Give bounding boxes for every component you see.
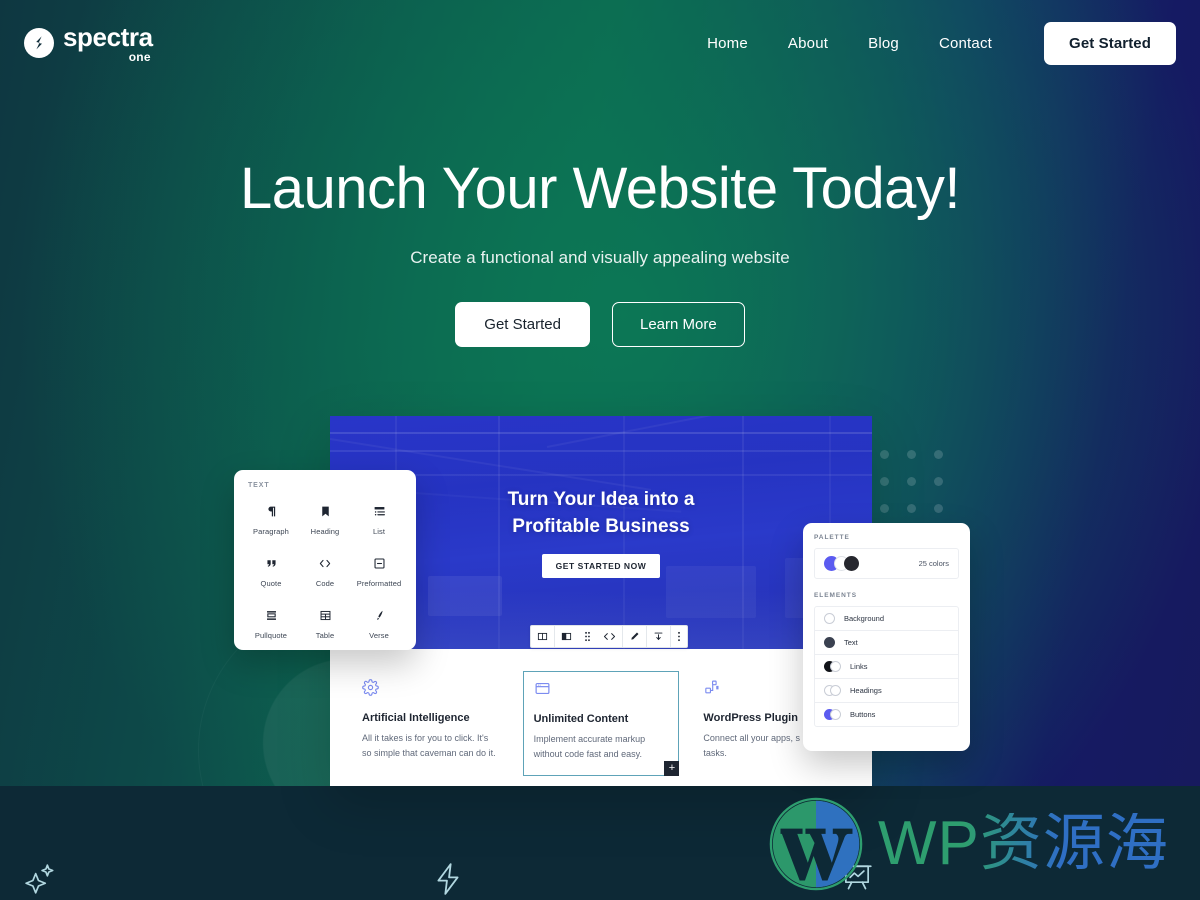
nav-get-started-button[interactable]: Get Started <box>1044 21 1176 65</box>
palette-section-label: PALETTE <box>814 534 850 541</box>
chart-presentation-icon <box>840 862 874 900</box>
features-band <box>0 786 1200 900</box>
nav-links: Home About Blog Contact <box>687 25 1012 62</box>
hero-learn-more-button[interactable]: Learn More <box>612 301 745 347</box>
hero-get-started-button[interactable]: Get Started <box>455 301 590 347</box>
logo-brand-sub: one <box>128 49 151 64</box>
swatch-black <box>844 556 859 571</box>
logo-brand-name: spectra <box>63 21 153 52</box>
nav-item-contact[interactable]: Contact <box>919 25 1012 62</box>
code-icon[interactable] <box>597 626 622 647</box>
lightning-bolt-icon <box>432 862 464 900</box>
background-swatch-icon <box>824 613 835 624</box>
text-swatch-icon <box>824 637 835 648</box>
logo-wordmark: spectra one <box>63 24 153 63</box>
element-label: Headings <box>850 686 882 695</box>
block-item-label: Paragraph <box>253 527 289 536</box>
mockup-feature-card-content[interactable]: Unlimited Content Implement accurate mar… <box>522 671 680 777</box>
paragraph-icon <box>265 503 278 520</box>
nav-item-home[interactable]: Home <box>687 25 768 62</box>
element-row-links[interactable]: Links <box>815 655 958 679</box>
browser-window-icon <box>534 680 669 702</box>
code-icon <box>318 555 332 572</box>
headings-swatch-icon <box>824 685 841 696</box>
block-item-label: Code <box>315 579 335 588</box>
verse-pen-icon <box>373 607 386 624</box>
heading-bookmark-icon <box>319 503 332 520</box>
decorative-dot-grid <box>880 450 961 531</box>
element-row-text[interactable]: Text <box>815 631 958 655</box>
element-label: Text <box>844 638 858 647</box>
element-label: Buttons <box>850 710 876 719</box>
pullquote-icon <box>265 607 278 624</box>
list-icon <box>373 503 386 520</box>
block-item-label: Preformatted <box>356 579 402 588</box>
spectra-s-icon <box>24 28 54 58</box>
block-item-quote[interactable]: Quote <box>244 548 298 594</box>
sparkle-icon <box>24 862 58 900</box>
nav-item-blog[interactable]: Blog <box>848 25 919 62</box>
block-inserter-grid: Paragraph Heading List Quote Code Prefor… <box>244 496 406 646</box>
align-icon[interactable] <box>647 626 670 647</box>
element-label: Links <box>850 662 868 671</box>
block-item-heading[interactable]: Heading <box>298 496 352 542</box>
palette-colors-row[interactable]: 25 colors <box>814 548 959 579</box>
hero-title: Launch Your Website Today! <box>239 156 961 221</box>
mockup-feature-row: Artificial Intelligence All it takes is … <box>330 625 872 777</box>
logo[interactable]: spectra one <box>24 24 153 63</box>
mockup-feature-card-ai[interactable]: Artificial Intelligence All it takes is … <box>352 671 509 776</box>
element-row-background[interactable]: Background <box>815 607 958 631</box>
gear-icon <box>362 679 499 701</box>
preformatted-icon <box>373 555 386 572</box>
column-layout-icon[interactable] <box>555 626 578 647</box>
mockup-feature-title: Unlimited Content <box>533 713 629 725</box>
elements-section-label: ELEMENTS <box>814 592 857 599</box>
block-item-label: Heading <box>310 527 340 536</box>
drag-handle-icon[interactable] <box>578 626 597 647</box>
block-item-table[interactable]: Table <box>298 600 352 646</box>
palette-swatch-stack <box>824 556 859 571</box>
landing-page: spectra one Home About Blog Contact Get … <box>0 0 1200 900</box>
global-styles-palette-card: PALETTE 25 colors ELEMENTS Background Te… <box>803 523 970 751</box>
links-swatch-icon <box>824 661 841 672</box>
mockup-headline-line2: Profitable Business <box>512 515 690 537</box>
block-item-paragraph[interactable]: Paragraph <box>244 496 298 542</box>
nav-item-about[interactable]: About <box>768 25 848 62</box>
element-label: Background <box>844 614 885 623</box>
block-editor-toolbar[interactable] <box>530 625 688 648</box>
block-inserter-section-label: TEXT <box>248 482 270 489</box>
block-item-code[interactable]: Code <box>298 548 352 594</box>
quote-icon <box>265 555 278 572</box>
columns-icon[interactable] <box>531 626 554 647</box>
table-icon <box>319 607 332 624</box>
block-item-label: Pullquote <box>254 631 288 640</box>
hero-subtitle: Create a functional and visually appeali… <box>410 247 790 267</box>
mockup-feature-desc: All it takes is for you to click. It's s… <box>362 733 496 758</box>
mockup-headline-line1: Turn Your Idea into a <box>507 488 695 510</box>
block-item-label: List <box>372 527 386 536</box>
add-block-icon[interactable]: + <box>664 761 680 777</box>
pencil-icon[interactable] <box>623 626 646 647</box>
block-item-label: Table <box>315 631 335 640</box>
main-navigation: spectra one Home About Blog Contact Get … <box>0 0 1200 86</box>
buttons-swatch-icon <box>824 709 841 720</box>
elements-list: Background Text Links Headings Buttons <box>814 606 959 727</box>
element-row-headings[interactable]: Headings <box>815 679 958 703</box>
block-item-label: Quote <box>260 579 282 588</box>
element-row-buttons[interactable]: Buttons <box>815 703 958 726</box>
block-item-list[interactable]: List <box>352 496 406 542</box>
palette-color-count: 25 colors <box>918 559 949 568</box>
block-item-preformatted[interactable]: Preformatted <box>352 548 406 594</box>
band-icon-row <box>0 786 1200 900</box>
mockup-cta-button[interactable]: GET STARTED NOW <box>541 554 661 579</box>
more-options-icon[interactable] <box>671 626 687 647</box>
block-inserter-card: TEXT Paragraph Heading List Quote Code P… <box>234 470 416 650</box>
mockup-feature-desc: Implement accurate markup without code f… <box>533 734 646 759</box>
nav-right-group: Home About Blog Contact Get Started <box>687 21 1176 65</box>
block-item-pullquote[interactable]: Pullquote <box>244 600 298 646</box>
block-item-verse[interactable]: Verse <box>352 600 406 646</box>
mockup-feature-title: Artificial Intelligence <box>362 712 470 724</box>
block-item-label: Verse <box>369 631 389 640</box>
hero-button-group: Get Started Learn More <box>0 301 1200 347</box>
